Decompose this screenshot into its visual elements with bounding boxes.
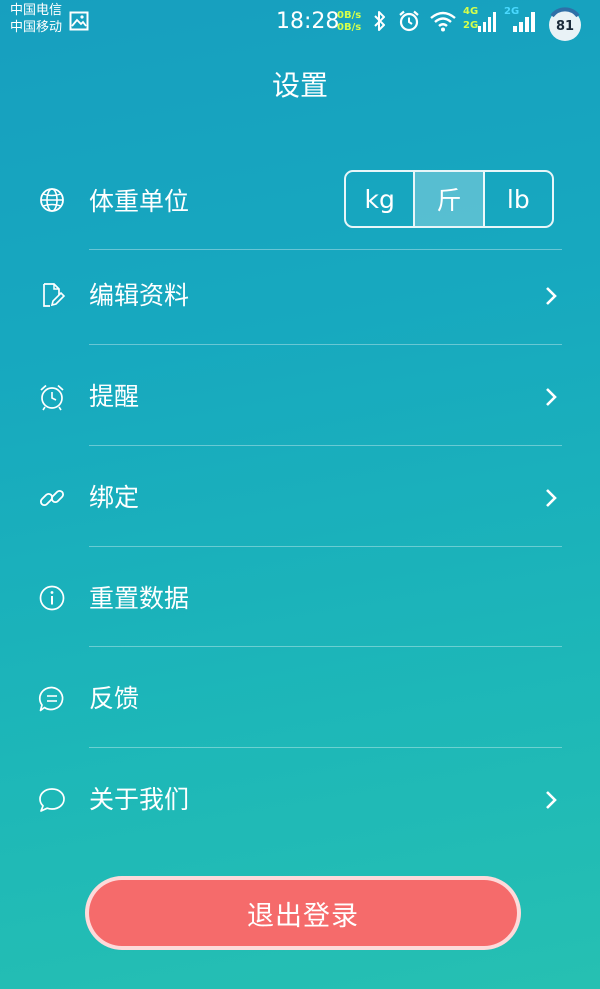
wifi-icon [430, 11, 456, 32]
info-icon [39, 585, 65, 611]
chevron-right-icon [546, 489, 557, 507]
unit-option-lb[interactable]: lb [485, 172, 552, 226]
settings-item-label: 关于我们 [89, 785, 190, 814]
unit-option-kg[interactable]: kg [346, 172, 416, 226]
speech-bubble-icon [39, 788, 65, 812]
logout-button[interactable]: 退出登录 [85, 876, 521, 950]
bluetooth-icon [374, 11, 385, 31]
alarm-clock-icon [40, 384, 64, 411]
carrier-1: 中国电信 [10, 3, 63, 18]
globe-icon [40, 188, 64, 212]
chevron-right-icon [546, 287, 557, 305]
alarm-icon [399, 10, 419, 32]
signal-icon [513, 12, 535, 32]
settings-item-feedback[interactable]: 反馈 [0, 647, 600, 747]
settings-item-label: 绑定 [89, 483, 140, 512]
settings-item-label: 反馈 [89, 684, 140, 713]
settings-item-label: 重置数据 [89, 584, 190, 613]
chevron-right-icon [546, 388, 557, 406]
settings-item-reset-data[interactable]: 重置数据 [0, 547, 600, 647]
page-title: 设置 [271, 69, 328, 102]
net-speed-up: 0B/s [337, 10, 362, 21]
settings-item-label: 提醒 [89, 382, 140, 411]
signal-icon [478, 12, 496, 32]
status-time: 18:28 [276, 9, 340, 34]
network-speed: 0B/s 0B/s [337, 10, 361, 34]
gallery-icon [69, 11, 89, 31]
chat-lines-icon [38, 686, 64, 712]
settings-item-edit-profile[interactable]: 编辑资料 [0, 250, 600, 350]
battery-icon: 81 [546, 6, 584, 44]
carrier-labels: 中国电信 中国移动 [10, 2, 62, 36]
edit-document-icon [43, 283, 66, 307]
weight-unit-selector: kg 斤 lb [344, 170, 554, 228]
battery-level: 81 [555, 19, 575, 34]
settings-item-reminder[interactable]: 提醒 [0, 345, 600, 445]
chevron-right-icon [546, 791, 557, 809]
settings-item-about-us[interactable]: 关于我们 [0, 748, 600, 848]
net-speed-down: 0B/s [337, 22, 362, 33]
link-icon [39, 489, 65, 507]
sim1-network-label-2: 2G [463, 20, 479, 31]
carrier-2: 中国移动 [10, 20, 63, 35]
settings-item-bind[interactable]: 绑定 [0, 446, 600, 546]
settings-item-label: 编辑资料 [89, 281, 190, 310]
sim1-network-label: 4G [463, 6, 479, 17]
weight-unit-label: 体重单位 [89, 187, 190, 216]
status-bar: 中国电信 中国移动 18:28 0B/s 0B/s 4G 2G 2G 81 [0, 0, 600, 44]
unit-option-jin[interactable]: 斤 [415, 172, 485, 226]
